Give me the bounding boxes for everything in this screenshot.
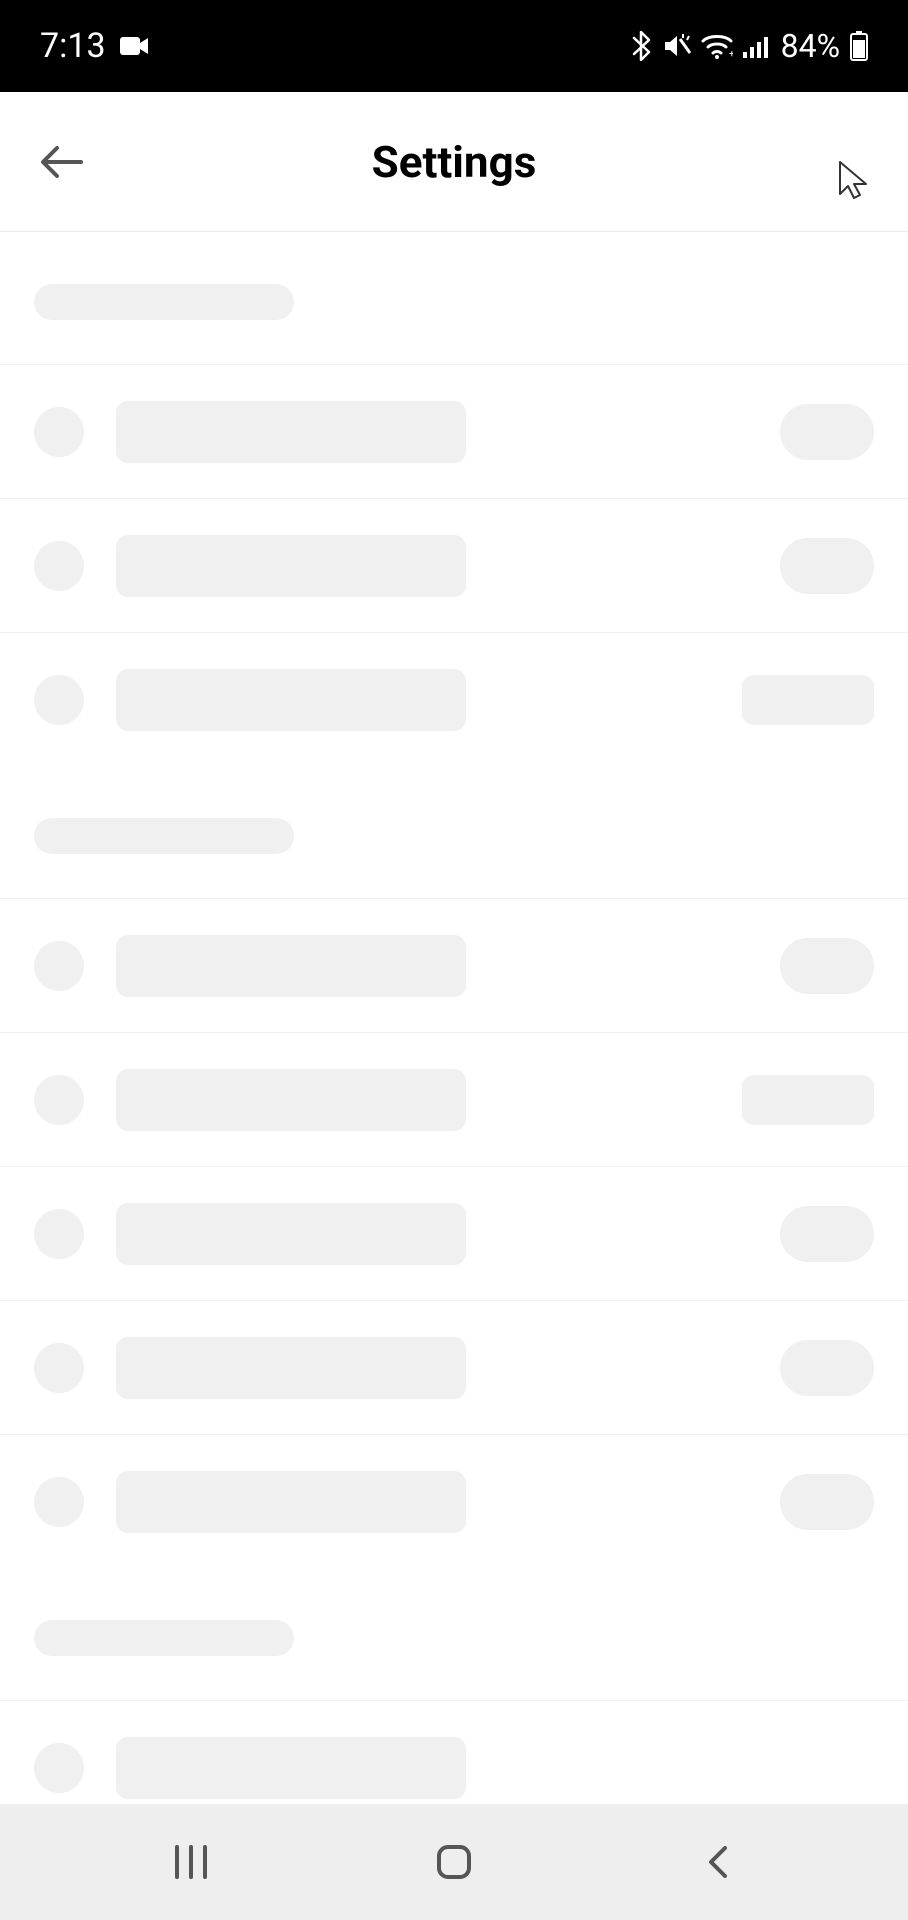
status-bar: 7:13 + [0, 0, 908, 92]
skeleton-label [116, 1203, 466, 1265]
skeleton-icon [34, 1075, 84, 1125]
nav-back-button[interactable] [657, 1822, 777, 1902]
skeleton-row [0, 898, 908, 1032]
skeleton-section-header [34, 818, 294, 854]
battery-icon [850, 31, 868, 61]
skeleton-section [0, 818, 908, 1568]
settings-content [0, 232, 908, 1804]
skeleton-row [0, 1300, 908, 1434]
skeleton-icon [34, 541, 84, 591]
mute-vibrate-icon [661, 32, 691, 60]
skeleton-value [742, 675, 874, 725]
skeleton-section [0, 284, 908, 766]
skeleton-row [0, 1700, 908, 1804]
status-left: 7:13 [40, 26, 150, 66]
back-button[interactable] [28, 128, 96, 196]
skeleton-toggle [780, 538, 874, 594]
skeleton-toggle [780, 1474, 874, 1530]
skeleton-label [116, 1471, 466, 1533]
skeleton-label [116, 935, 466, 997]
skeleton-icon [34, 1343, 84, 1393]
skeleton-row [0, 1166, 908, 1300]
arrow-left-icon [39, 142, 85, 182]
skeleton-icon [34, 1209, 84, 1259]
bluetooth-icon [631, 31, 651, 61]
skeleton-row [0, 364, 908, 498]
skeleton-label [116, 535, 466, 597]
skeleton-row [0, 632, 908, 766]
nav-recents-button[interactable] [131, 1822, 251, 1902]
skeleton-section [0, 1620, 908, 1804]
skeleton-label [116, 1337, 466, 1399]
skeleton-row [0, 1032, 908, 1166]
skeleton-label [116, 669, 466, 731]
skeleton-row [0, 498, 908, 632]
chevron-left-icon [703, 1842, 731, 1882]
skeleton-section-header [34, 1620, 294, 1656]
wifi-icon: + [701, 33, 733, 59]
home-icon [434, 1842, 474, 1882]
status-time: 7:13 [40, 26, 106, 66]
skeleton-label [116, 1737, 466, 1799]
skeleton-toggle [780, 404, 874, 460]
skeleton-toggle [780, 938, 874, 994]
skeleton-icon [34, 1743, 84, 1793]
recents-icon [171, 1843, 211, 1881]
status-right: + 84% [631, 27, 868, 65]
battery-percent: 84% [781, 27, 840, 65]
camera-icon [120, 35, 150, 57]
skeleton-row [0, 1434, 908, 1568]
skeleton-toggle [780, 1206, 874, 1262]
system-nav-bar [0, 1804, 908, 1920]
nav-home-button[interactable] [394, 1822, 514, 1902]
skeleton-icon [34, 941, 84, 991]
skeleton-label [116, 401, 466, 463]
skeleton-label [116, 1069, 466, 1131]
skeleton-toggle [780, 1340, 874, 1396]
skeleton-icon [34, 407, 84, 457]
page-title: Settings [372, 136, 537, 188]
skeleton-icon [34, 1477, 84, 1527]
svg-text:+: + [729, 49, 733, 59]
signal-icon [743, 34, 771, 58]
skeleton-icon [34, 675, 84, 725]
skeleton-section-header [34, 284, 294, 320]
skeleton-value [742, 1075, 874, 1125]
app-header: Settings [0, 92, 908, 232]
